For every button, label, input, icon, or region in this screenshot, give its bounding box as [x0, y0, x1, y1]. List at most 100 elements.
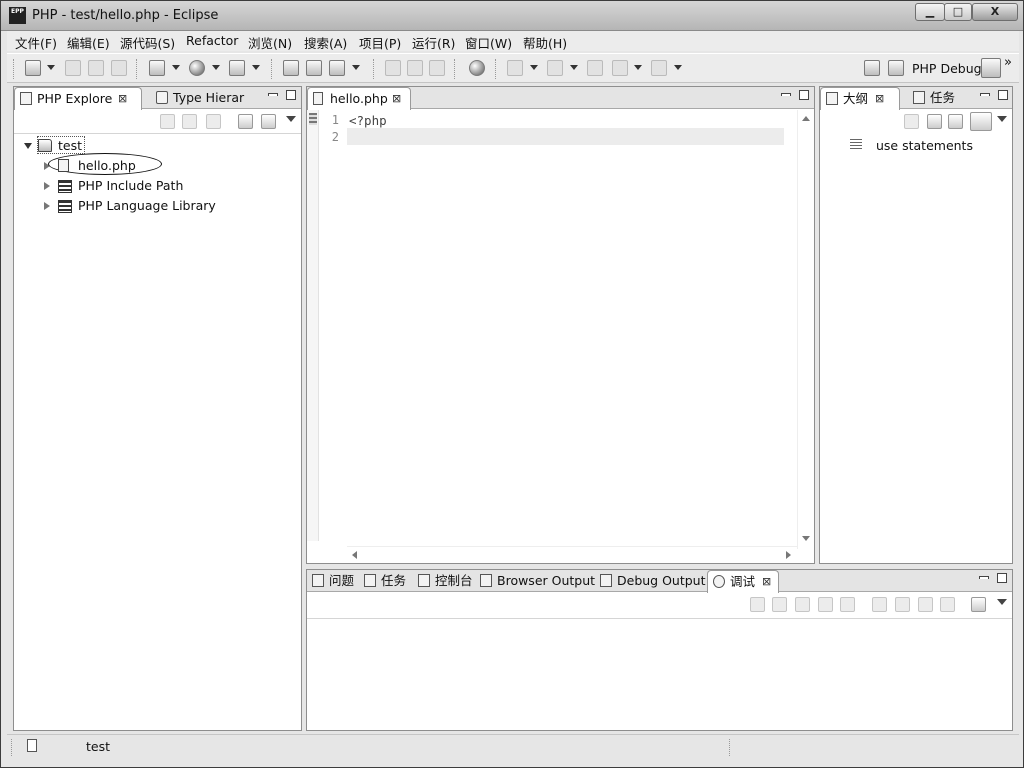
- tab-tasks[interactable]: 任务: [908, 87, 960, 109]
- remove-terminated-icon[interactable]: [750, 597, 765, 612]
- back-arrow-icon[interactable]: [612, 60, 628, 76]
- editor-vertical-scrollbar[interactable]: [797, 110, 814, 549]
- new-dropdown-icon[interactable]: [47, 65, 55, 70]
- close-icon[interactable]: ⊠: [118, 88, 127, 110]
- scroll-up-arrow-icon[interactable]: [802, 116, 810, 121]
- tab-hello-php[interactable]: hello.php ⊠: [307, 87, 411, 110]
- next-annotation-dropdown-icon[interactable]: [530, 65, 538, 70]
- menu-search[interactable]: 搜索(A): [304, 33, 347, 52]
- sort-icon[interactable]: [948, 114, 963, 129]
- collapse-all-icon[interactable]: [238, 114, 253, 129]
- step-return-icon[interactable]: [918, 597, 933, 612]
- tab-browser-output[interactable]: Browser Output: [475, 570, 595, 592]
- run-icon[interactable]: [189, 60, 205, 76]
- debug-icon[interactable]: [149, 60, 165, 76]
- minimize-editor-icon[interactable]: [781, 93, 791, 96]
- next-annotation-icon[interactable]: [507, 60, 523, 76]
- menu-help[interactable]: 帮助(H): [523, 33, 567, 52]
- maximize-view-icon[interactable]: [286, 90, 296, 100]
- open-type-icon[interactable]: [283, 60, 299, 76]
- up-icon[interactable]: [206, 114, 221, 129]
- external-tools-icon[interactable]: [229, 60, 245, 76]
- close-icon[interactable]: ⊠: [392, 88, 401, 110]
- tree-item-hello-php[interactable]: hello.php: [44, 153, 164, 175]
- search-icon[interactable]: [329, 60, 345, 76]
- php-debug-perspective-icon[interactable]: [888, 60, 904, 76]
- maximize-button[interactable]: □: [944, 3, 972, 21]
- print-icon[interactable]: [111, 60, 127, 76]
- menu-run[interactable]: 运行(R): [412, 33, 455, 52]
- toggle-block-selection-icon[interactable]: [407, 60, 423, 76]
- tab-tasks[interactable]: 任务: [359, 570, 413, 592]
- forward-arrow-icon[interactable]: [651, 60, 667, 76]
- tab-php-explorer[interactable]: PHP Explore ⊠: [14, 87, 142, 110]
- expand-closed-icon[interactable]: [44, 182, 50, 190]
- suspend-icon[interactable]: [795, 597, 810, 612]
- view-menu-icon[interactable]: [286, 116, 296, 122]
- php-perspective-icon[interactable]: [981, 58, 1001, 78]
- code-line[interactable]: <?php: [349, 113, 387, 128]
- drop-to-frame-icon[interactable]: [940, 597, 955, 612]
- collapse-all-icon[interactable]: [927, 114, 942, 129]
- menu-navigate[interactable]: 浏览(N): [248, 33, 292, 52]
- new-icon[interactable]: [25, 60, 41, 76]
- link-with-editor-icon[interactable]: [970, 112, 992, 131]
- browser-globe-icon[interactable]: [469, 60, 485, 76]
- save-all-icon[interactable]: [88, 60, 104, 76]
- menu-source[interactable]: 源代码(S): [120, 33, 175, 52]
- forward-dropdown-icon[interactable]: [674, 65, 682, 70]
- disconnect-icon[interactable]: [840, 597, 855, 612]
- maximize-editor-icon[interactable]: [799, 90, 809, 100]
- editor-horizontal-scrollbar[interactable]: [347, 546, 797, 563]
- menu-refactor[interactable]: Refactor: [186, 33, 238, 48]
- scroll-right-arrow-icon[interactable]: [786, 551, 791, 559]
- menu-edit[interactable]: 编辑(E): [67, 33, 110, 52]
- scroll-left-arrow-icon[interactable]: [352, 551, 357, 559]
- step-into-icon[interactable]: [872, 597, 887, 612]
- open-perspective-icon[interactable]: [864, 60, 880, 76]
- close-button[interactable]: X: [972, 3, 1018, 21]
- minimize-view-icon[interactable]: [980, 93, 990, 96]
- back-dropdown-icon[interactable]: [634, 65, 642, 70]
- show-whitespace-icon[interactable]: [429, 60, 445, 76]
- tab-debug[interactable]: 调试 ⊠: [707, 570, 779, 593]
- minimize-view-icon[interactable]: [268, 93, 278, 96]
- minimize-button[interactable]: ▁: [915, 3, 945, 21]
- terminate-icon[interactable]: [818, 597, 833, 612]
- tab-console[interactable]: 控制台: [413, 570, 475, 592]
- search-dropdown-icon[interactable]: [352, 65, 360, 70]
- use-step-filters-icon[interactable]: [971, 597, 986, 612]
- previous-annotation-icon[interactable]: [547, 60, 563, 76]
- back-icon[interactable]: [160, 114, 175, 129]
- maximize-view-icon[interactable]: [998, 90, 1008, 100]
- hide-fields-icon[interactable]: [904, 114, 919, 129]
- toggle-mark-occurrences-icon[interactable]: [385, 60, 401, 76]
- more-perspectives-chevron-icon[interactable]: »: [1004, 55, 1012, 70]
- tree-item-php-include-path[interactable]: PHP Include Path: [44, 177, 214, 195]
- external-tools-dropdown-icon[interactable]: [252, 65, 260, 70]
- debug-dropdown-icon[interactable]: [172, 65, 180, 70]
- tab-outline[interactable]: 大纲 ⊠: [820, 87, 900, 110]
- menu-file[interactable]: 文件(F): [15, 33, 57, 52]
- save-icon[interactable]: [65, 60, 81, 76]
- menu-window[interactable]: 窗口(W): [465, 33, 512, 52]
- tab-problems[interactable]: 问题: [307, 570, 359, 592]
- scroll-down-arrow-icon[interactable]: [802, 536, 810, 541]
- outline-item-use-statements[interactable]: use statements: [850, 137, 1000, 155]
- close-icon[interactable]: ⊠: [762, 571, 771, 593]
- view-menu-icon[interactable]: [997, 599, 1007, 605]
- view-menu-icon[interactable]: [997, 116, 1007, 122]
- maximize-view-icon[interactable]: [997, 573, 1007, 583]
- expand-closed-icon[interactable]: [44, 202, 50, 210]
- minimize-view-icon[interactable]: [979, 576, 989, 579]
- forward-icon[interactable]: [182, 114, 197, 129]
- step-over-icon[interactable]: [895, 597, 910, 612]
- last-edit-location-icon[interactable]: [587, 60, 603, 76]
- tab-debug-output[interactable]: Debug Output: [595, 570, 706, 592]
- fast-view-icon[interactable]: [27, 739, 37, 752]
- tree-item-php-language-library[interactable]: PHP Language Library: [44, 197, 244, 215]
- close-icon[interactable]: ⊠: [875, 88, 884, 110]
- run-dropdown-icon[interactable]: [212, 65, 220, 70]
- tab-type-hierarchy[interactable]: Type Hierar: [151, 87, 251, 109]
- menu-project[interactable]: 项目(P): [359, 33, 401, 52]
